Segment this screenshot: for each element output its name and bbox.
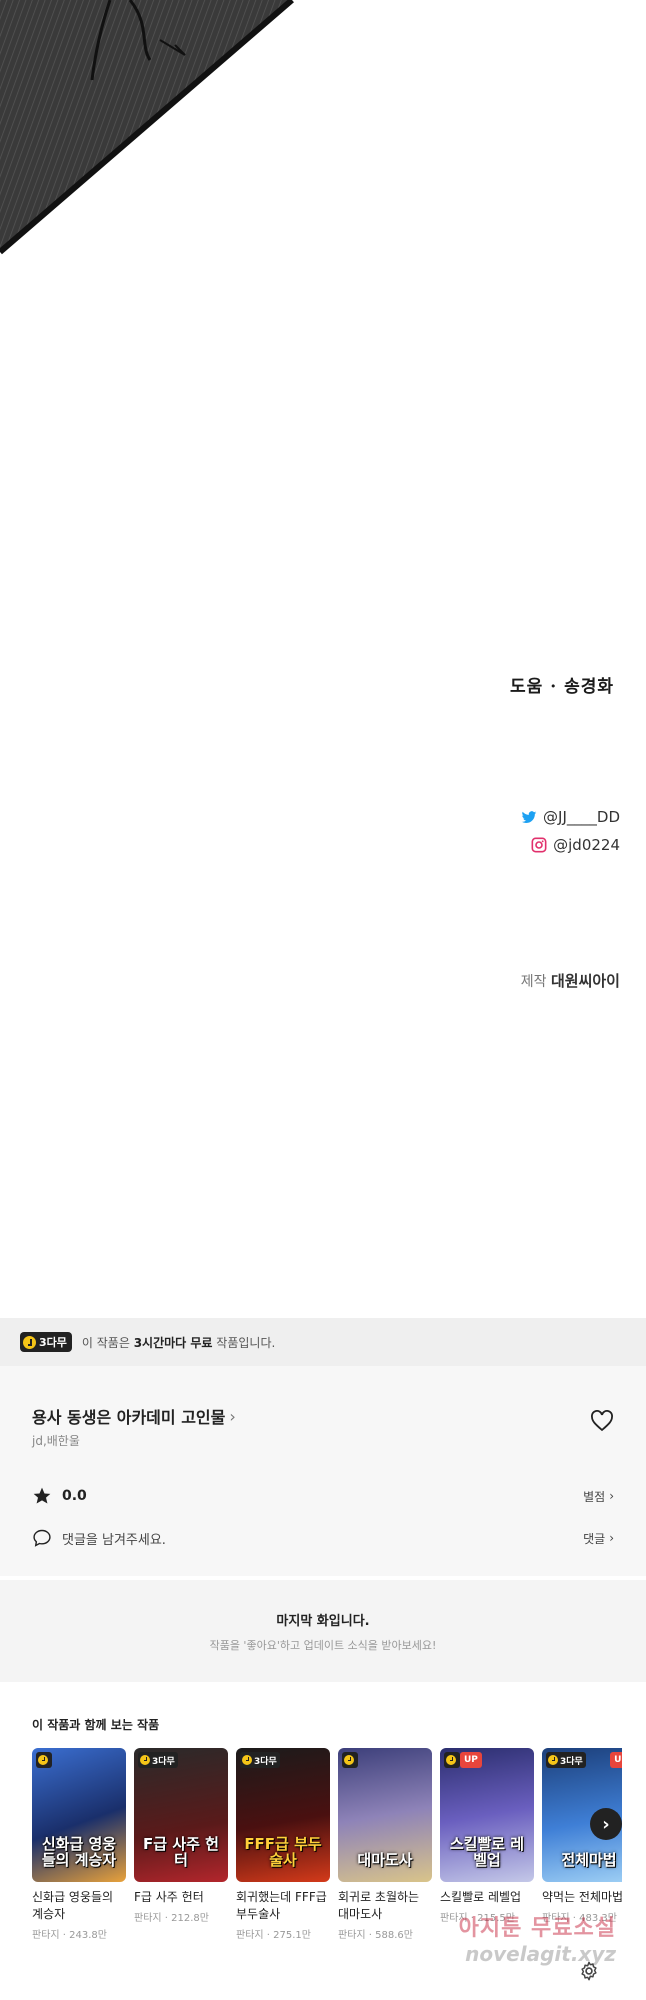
card-title: 회귀했는데 FFF급 부두술사 (236, 1890, 327, 1921)
cover-title-art: 스킬빨로 레벨업 (449, 1835, 525, 1869)
carousel-next-button[interactable]: › (590, 1808, 622, 1840)
free-notice-prefix: 이 작품은 (81, 1335, 134, 1350)
wait-free-badge: 3다무 (546, 1752, 586, 1768)
comment-placeholder: 댓글을 남겨주세요. (62, 1532, 166, 1548)
comment-link[interactable]: 댓글 › (583, 1530, 614, 1547)
production-name: 대원씨아이 (550, 972, 620, 990)
wait-free-badge: 3다무 (20, 1332, 72, 1352)
comic-panel-image (0, 0, 646, 260)
instagram-handle-text: @jd0224 (553, 836, 620, 854)
recommendation-card[interactable]: UP 스킬빨로 레벨업 스킬빨로 레벨업 판타지 · 215.5만 (440, 1748, 534, 1924)
card-meta: 판타지 · 212.8만 (134, 1913, 209, 1924)
recommendation-card[interactable]: 대마도사 회귀로 초월하는 대마도사 판타지 · 588.6만 (338, 1748, 432, 1941)
gear-icon[interactable] (578, 1960, 600, 1982)
recommendation-card[interactable]: 3다무 F급 사주 헌터 F급 사주 헌터 판타지 · 212.8만 (134, 1748, 228, 1924)
recommendation-card[interactable]: 3다무 FFF급 부두술사 회귀했는데 FFF급 부두술사 판타지 · 275.… (236, 1748, 330, 1941)
comment-link-label: 댓글 (583, 1531, 606, 1546)
watermark-line1: 아지툰 무료소설 (458, 1916, 616, 1941)
heart-icon[interactable] (590, 1410, 614, 1432)
last-episode-notice: 마지막 화입니다. 작품을 '좋아요'하고 업데이트 소식을 받아보세요! (0, 1580, 646, 1682)
site-watermark: 아지툰 무료소설 novelagit.xyz (459, 1910, 616, 1966)
card-meta: 판타지 · 275.1만 (236, 1930, 311, 1941)
wait-free-badge: 3다무 (240, 1752, 280, 1768)
rating-link-label: 별점 (583, 1489, 606, 1504)
card-meta: 판타지 · 243.8만 (32, 1930, 107, 1941)
card-title: 약먹는 전체마법사 (542, 1890, 622, 1904)
clock-icon (242, 1755, 252, 1765)
rating-value: 0.0 (62, 1488, 87, 1504)
work-info-panel: 용사 동생은 아카데미 고인물 › jd,배한울 0.0 별점 › 댓글을 남겨… (0, 1366, 646, 1576)
card-title: 회귀로 초월하는 대마도사 (338, 1890, 420, 1921)
twitter-handle[interactable]: @JJ____DD (521, 808, 620, 826)
twitter-handle-text: @JJ____DD (543, 808, 620, 826)
free-notice-bar: 3다무 이 작품은 3시간마다 무료 작품입니다. (0, 1318, 646, 1366)
wait-free-badge-label: 3다무 (39, 1336, 67, 1349)
instagram-icon (531, 837, 547, 853)
work-title-link[interactable]: 용사 동생은 아카데미 고인물 › (32, 1404, 236, 1428)
card-title: F급 사주 헌터 (134, 1890, 204, 1904)
cover-thumbnail: UP 스킬빨로 레벨업 (440, 1748, 534, 1882)
card-title: 스킬빨로 레벨업 (440, 1890, 522, 1904)
chevron-right-icon: › (602, 1813, 610, 1835)
instagram-handle[interactable]: @jd0224 (531, 836, 620, 854)
chevron-right-icon: › (609, 1489, 614, 1503)
clock-icon (446, 1755, 456, 1765)
clock-icon (344, 1755, 354, 1765)
clock-icon (23, 1335, 36, 1349)
comment-icon (33, 1529, 51, 1547)
production-label: 제작 (520, 974, 547, 990)
cover-title-art: F급 사주 헌터 (143, 1835, 219, 1869)
chevron-right-icon: › (609, 1531, 614, 1545)
wait-free-badge (36, 1752, 52, 1768)
cover-thumbnail: 대마도사 (338, 1748, 432, 1882)
cover-title-art: FFF급 부두술사 (244, 1835, 322, 1869)
free-notice-suffix: 작품입니다. (212, 1335, 276, 1350)
badge-label: 3다무 (152, 1756, 175, 1767)
up-badge: UP (610, 1752, 622, 1768)
rating-link[interactable]: 별점 › (583, 1488, 614, 1505)
wait-free-badge: 3다무 (138, 1752, 178, 1768)
work-title: 용사 동생은 아카데미 고인물 (32, 1408, 226, 1427)
twitter-icon (521, 811, 537, 824)
comment-input[interactable]: 댓글을 남겨주세요. (32, 1528, 166, 1548)
comment-row: 댓글을 남겨주세요. 댓글 › (32, 1524, 614, 1552)
recommendations-heading: 이 작품과 함께 보는 작품 (32, 1718, 160, 1732)
badge-label: 3다무 (560, 1756, 583, 1767)
card-title: 신화급 영웅들의 계승자 (32, 1890, 114, 1921)
cover-title-art: 전체마법 (561, 1851, 617, 1869)
cover-thumbnail: 3다무 F급 사주 헌터 (134, 1748, 228, 1882)
clock-icon (38, 1755, 48, 1765)
work-author: jd,배한울 (32, 1434, 80, 1448)
cover-title-art: 대마도사 (357, 1851, 413, 1869)
badge-label: 3다무 (254, 1756, 277, 1767)
up-badge: UP (460, 1752, 482, 1768)
clock-icon (548, 1755, 558, 1765)
rating-row: 0.0 별점 › (32, 1482, 614, 1510)
recommendation-card[interactable]: 신화급 영웅들의 계승자 신화급 영웅들의 계승자 판타지 · 243.8만 (32, 1748, 126, 1941)
wait-free-badge (342, 1752, 358, 1768)
free-notice-highlight: 3시간마다 무료 (133, 1335, 213, 1350)
assist-credit: 도움 · 송경화 (510, 677, 614, 697)
clock-icon (140, 1755, 150, 1765)
last-episode-subtitle: 작품을 '좋아요'하고 업데이트 소식을 받아보세요! (209, 1639, 437, 1652)
card-meta: 판타지 · 588.6만 (338, 1930, 413, 1941)
cover-thumbnail: 신화급 영웅들의 계승자 (32, 1748, 126, 1882)
star-icon (33, 1487, 51, 1504)
chevron-right-icon: › (229, 1406, 236, 1426)
production-credit: 제작 대원씨아이 (521, 970, 620, 991)
wait-free-badge (444, 1752, 460, 1768)
cover-title-art: 신화급 영웅들의 계승자 (41, 1835, 117, 1869)
cover-thumbnail: 3다무 FFF급 부두술사 (236, 1748, 330, 1882)
last-episode-title: 마지막 화입니다. (276, 1614, 370, 1629)
rating-summary: 0.0 (32, 1486, 87, 1506)
